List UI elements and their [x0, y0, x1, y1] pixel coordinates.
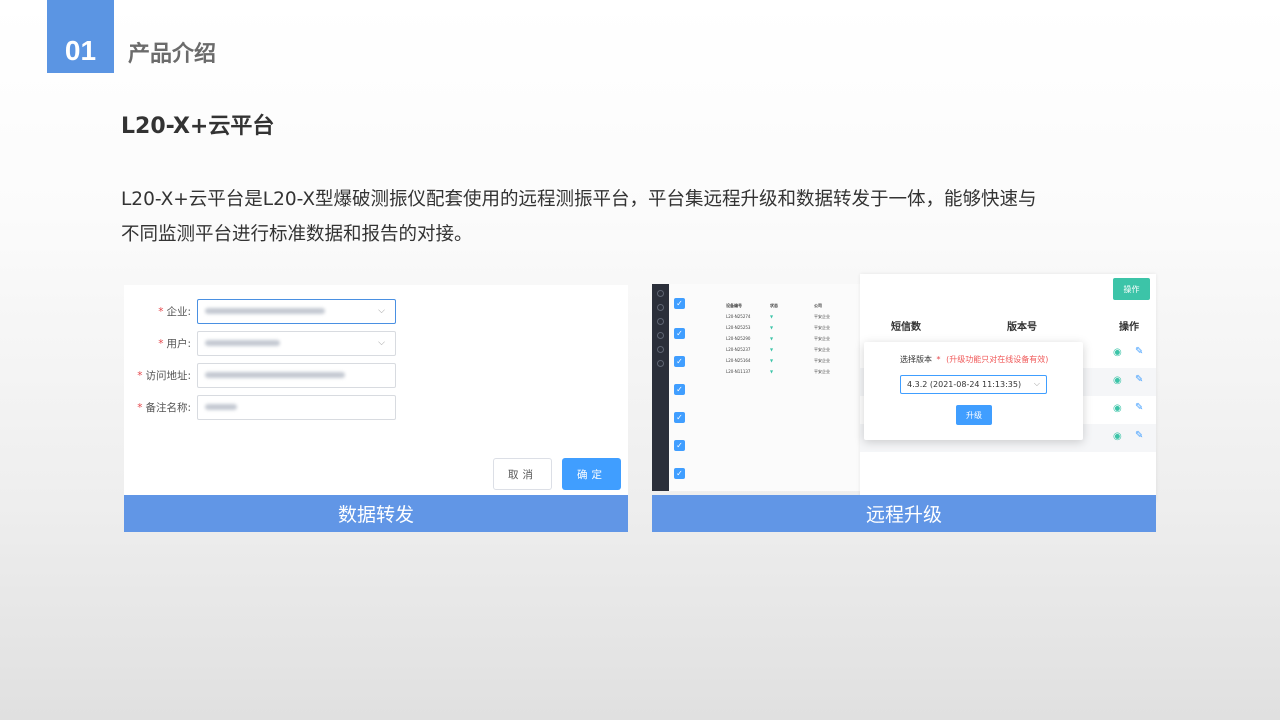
field-label: * 企业:	[158, 305, 191, 318]
edit-icon[interactable]: ✎	[1135, 430, 1143, 441]
field-label: * 访问地址:	[137, 369, 191, 382]
column-header-sms-count: 短信数	[891, 322, 921, 333]
section-title: 产品介绍	[128, 42, 217, 67]
field-label: * 用户:	[158, 337, 191, 350]
version-select[interactable]: 4.3.2 (2021-08-24 11:13:35) ⌵	[900, 375, 1047, 394]
row-checkbox[interactable]: ✓	[674, 356, 685, 367]
form-row-company: * 企业: ⌵	[124, 298, 524, 324]
upgrade-button[interactable]: 升级	[956, 405, 992, 425]
chevron-down-icon: ⌵	[378, 337, 385, 348]
mini-table-row: L20-N25237 ▼ 平安企业	[726, 347, 830, 352]
nav-icon[interactable]	[657, 318, 664, 325]
view-icon[interactable]: ◉	[1113, 403, 1122, 414]
version-select-label: 选择版本 * (升级功能只对在线设备有效)	[900, 355, 1049, 364]
app-sidebar	[652, 284, 669, 491]
row-checkbox[interactable]: ✓	[674, 384, 685, 395]
data-forwarding-screenshot: * 企业: ⌵ * 用户: ⌵ * 访问地址: * 备注名称: 取消 确定	[124, 285, 628, 495]
company-select[interactable]: ⌵	[197, 298, 396, 324]
mini-table-row: L20-N25290 ▼ 平安企业	[726, 336, 830, 341]
nav-icon[interactable]	[657, 290, 664, 297]
upgrade-note: (升级功能只对在线设备有效)	[946, 355, 1049, 364]
edit-icon[interactable]: ✎	[1135, 346, 1143, 357]
confirm-button[interactable]: 确定	[562, 458, 621, 490]
upgrade-dialog: 选择版本 * (升级功能只对在线设备有效) 4.3.2 (2021-08-24 …	[864, 342, 1083, 440]
remark-name-input[interactable]	[197, 394, 396, 420]
chevron-down-icon: ⌵	[1033, 379, 1040, 388]
row-checkbox[interactable]: ✓	[674, 298, 685, 309]
mini-table-row: L20-N11137 ▼ 平安企业	[726, 369, 830, 374]
row-checkbox[interactable]: ✓	[674, 328, 685, 339]
product-title: L20-X+云平台	[121, 114, 275, 139]
nav-icon[interactable]	[657, 360, 664, 367]
nav-icon[interactable]	[657, 332, 664, 339]
blurred-value	[205, 308, 325, 314]
nav-icon[interactable]	[657, 304, 664, 311]
description-line-1: L20-X+云平台是L20-X型爆破测振仪配套使用的远程测振平台，平台集远程升级…	[121, 189, 1037, 210]
row-checkbox[interactable]: ✓	[674, 468, 685, 479]
mini-table-row: L20-N25253 ▼ 平安企业	[726, 325, 830, 330]
row-checkbox[interactable]: ✓	[674, 412, 685, 423]
mini-table-row: L20-N25164 ▼ 平安企业	[726, 358, 830, 363]
view-icon[interactable]: ◉	[1113, 431, 1122, 442]
mini-table-header: 设备编号 状态 公司	[726, 303, 822, 308]
product-description: L20-X+云平台是L20-X型爆破测振仪配套使用的远程测振平台，平台集远程升级…	[121, 182, 1176, 252]
edit-icon[interactable]: ✎	[1135, 374, 1143, 385]
blurred-value	[205, 372, 345, 378]
edit-icon[interactable]: ✎	[1135, 402, 1143, 413]
caption-remote-upgrade: 远程升级	[652, 495, 1156, 532]
row-checkbox[interactable]: ✓	[674, 440, 685, 451]
user-select[interactable]: ⌵	[197, 330, 396, 356]
cancel-button[interactable]: 取消	[493, 458, 552, 490]
access-url-input[interactable]	[197, 362, 396, 388]
operation-button[interactable]: 操作	[1113, 278, 1150, 300]
mini-table-row: L20-N25274 ▼ 平安企业	[726, 314, 830, 319]
view-icon[interactable]: ◉	[1113, 347, 1122, 358]
view-icon[interactable]: ◉	[1113, 375, 1122, 386]
section-number: 01	[47, 0, 114, 73]
blurred-value	[205, 404, 237, 410]
blurred-value	[205, 340, 280, 346]
remote-upgrade-screenshot: ✓ ✓ ✓ ✓ ✓ ✓ ✓ 设备编号 状态 公司 L20-N25274 ▼ 平安企业 L…	[652, 274, 1156, 501]
form-row-remark: * 备注名称:	[124, 394, 524, 420]
caption-data-forwarding: 数据转发	[124, 495, 628, 532]
form-row-user: * 用户: ⌵	[124, 330, 524, 356]
field-label: * 备注名称:	[137, 401, 191, 414]
column-header-version: 版本号	[1007, 322, 1037, 333]
column-header-actions: 操作	[1119, 322, 1139, 333]
form-row-url: * 访问地址:	[124, 362, 524, 388]
description-line-2: 不同监测平台进行标准数据和报告的对接。	[121, 224, 473, 245]
nav-icon[interactable]	[657, 346, 664, 353]
chevron-down-icon: ⌵	[378, 305, 385, 316]
